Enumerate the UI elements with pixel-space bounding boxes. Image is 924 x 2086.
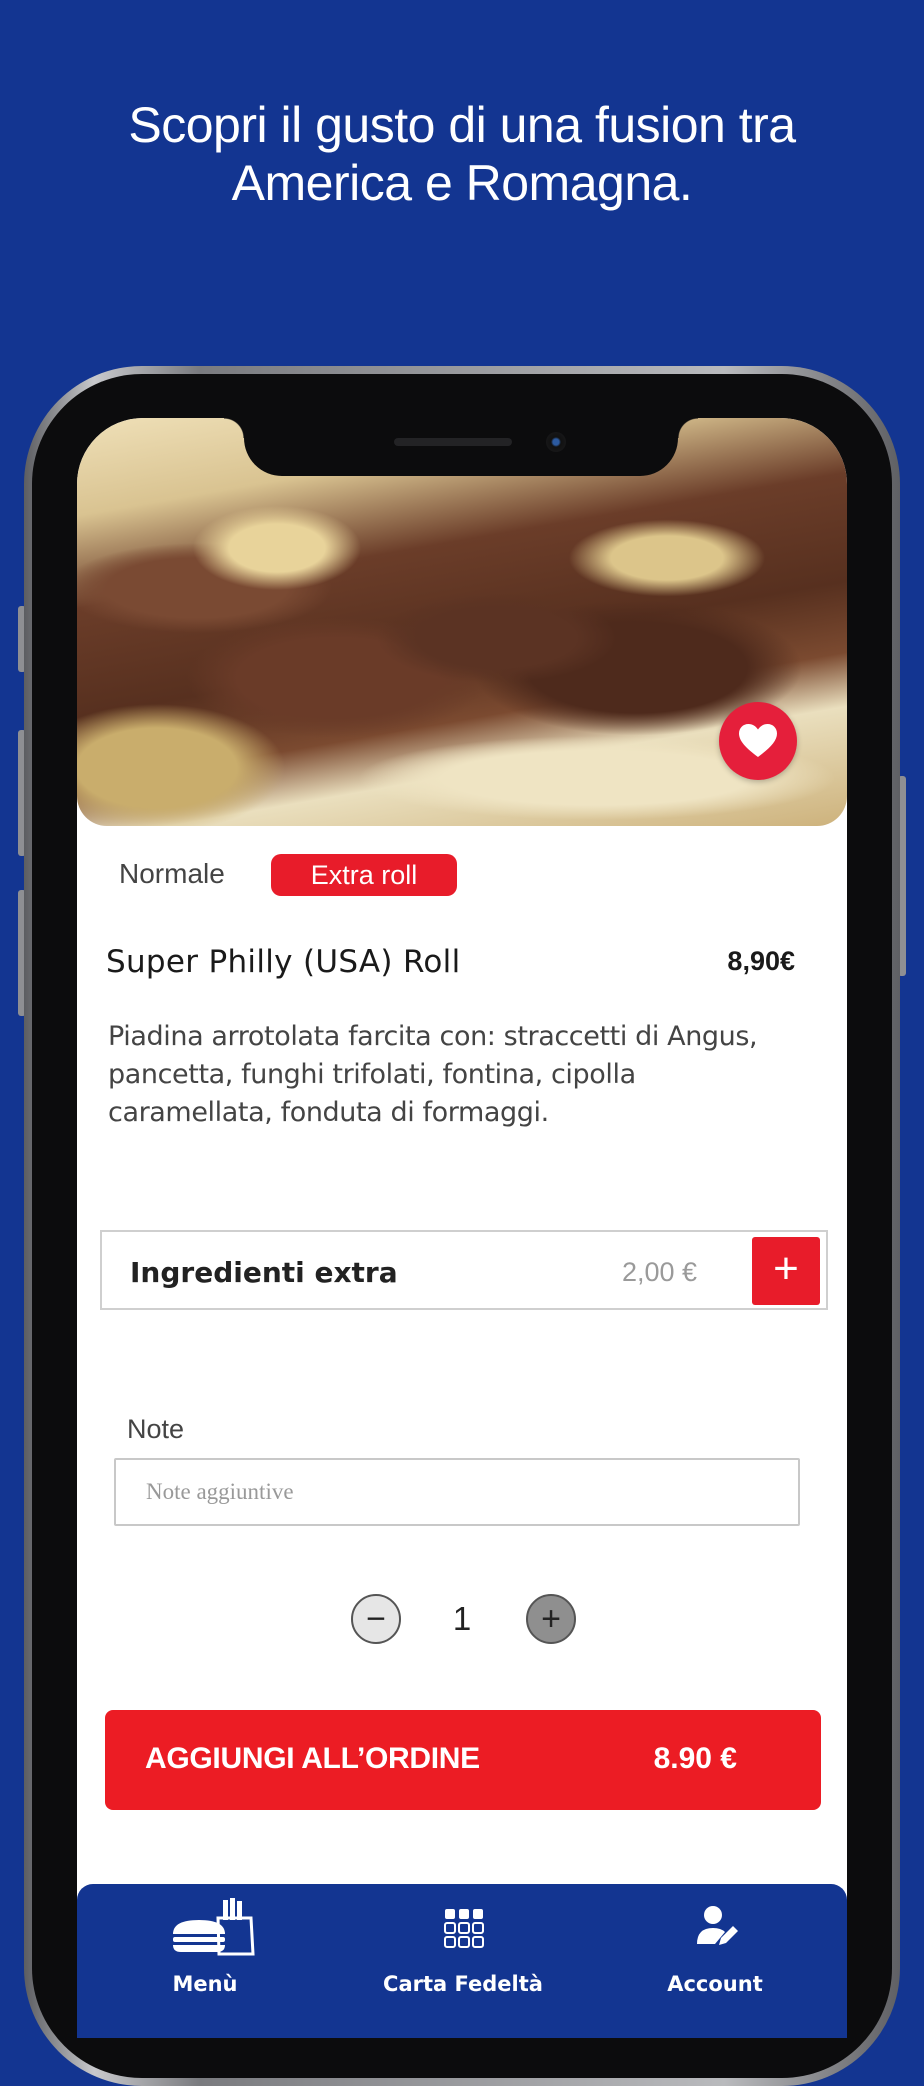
quantity-increase-button[interactable]: + bbox=[526, 1594, 576, 1644]
note-label: Note bbox=[127, 1414, 185, 1444]
extra-ingredients-label: Ingredienti extra bbox=[130, 1256, 398, 1289]
tab-menu[interactable]: Menù bbox=[127, 1884, 283, 2034]
plus-icon: + bbox=[773, 1244, 799, 1293]
add-to-order-label: AGGIUNGI ALL’ORDINE bbox=[145, 1742, 480, 1775]
note-placeholder: Note aggiuntive bbox=[146, 1479, 294, 1504]
tab-account[interactable]: Account bbox=[645, 1884, 785, 2034]
extra-ingredients-price: 2,00 € bbox=[622, 1257, 698, 1287]
front-camera bbox=[546, 432, 566, 452]
earpiece-speaker bbox=[394, 438, 512, 446]
promo-headline: Scopri il gusto di una fusion tra Americ… bbox=[0, 96, 924, 212]
add-extra-button[interactable]: + bbox=[752, 1237, 820, 1305]
plus-icon: + bbox=[541, 1600, 561, 1638]
note-input[interactable]: Note aggiuntive bbox=[114, 1458, 800, 1526]
quantity-value: 1 bbox=[452, 1600, 472, 1637]
size-option-normale[interactable]: Normale bbox=[119, 858, 225, 890]
add-to-order-price: 8.90 € bbox=[653, 1742, 737, 1775]
tab-menu-label: Menù bbox=[172, 1972, 238, 1996]
phone-notch bbox=[224, 418, 698, 476]
product-price: 8,90€ bbox=[727, 946, 795, 976]
favorite-button[interactable] bbox=[719, 702, 797, 780]
quantity-decrease-button[interactable]: − bbox=[351, 1594, 401, 1644]
headline-line-1: Scopri il gusto di una fusion tra bbox=[128, 97, 796, 153]
extra-ingredients-row[interactable]: Ingredienti extra 2,00 € + bbox=[100, 1230, 828, 1310]
tab-carta-fedelta-label: Carta Fedeltà bbox=[383, 1972, 543, 1996]
size-option-extra-roll[interactable]: Extra roll bbox=[271, 854, 457, 896]
grid-icon bbox=[444, 1909, 484, 1948]
headline-line-2: America e Romagna. bbox=[231, 155, 693, 211]
user-edit-icon bbox=[697, 1906, 738, 1945]
product-name: Super Philly (USA) Roll bbox=[106, 944, 461, 980]
add-to-order-button[interactable]: AGGIUNGI ALL’ORDINE 8.90 € bbox=[105, 1710, 821, 1810]
app-screen: Normale Extra roll Super Philly (USA) Ro… bbox=[77, 418, 847, 2038]
tab-carta-fedelta[interactable]: Carta Fedeltà bbox=[373, 1884, 553, 2034]
minus-icon: − bbox=[366, 1600, 386, 1638]
product-description: Piadina arrotolata farcita con: straccet… bbox=[108, 1021, 758, 1128]
tab-account-label: Account bbox=[667, 1972, 763, 1996]
bottom-tab-bar: Menù Carta Fedeltà Account bbox=[77, 1884, 847, 2038]
burger-fries-icon bbox=[173, 1898, 255, 1956]
heart-icon bbox=[739, 724, 777, 757]
